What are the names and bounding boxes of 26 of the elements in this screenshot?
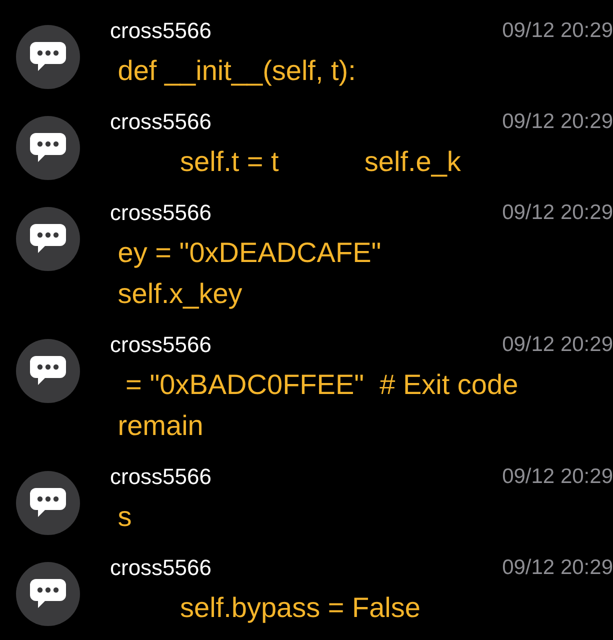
message-text: def __init__(self, t): [116, 54, 357, 88]
sender-name: cross5566 [110, 200, 212, 226]
sender-name: cross5566 [110, 555, 212, 581]
message-time: 09/12 20:29 [502, 200, 613, 226]
chat-bubble-icon [28, 354, 68, 388]
chat-bubble-icon [28, 131, 68, 165]
sender-name: cross5566 [110, 332, 212, 358]
sender-name: cross5566 [110, 109, 212, 135]
message-text: s [116, 500, 133, 534]
message-text: remain [116, 409, 204, 443]
sender-name: cross5566 [110, 464, 212, 490]
message-text: self.t = t self.e_k [179, 145, 462, 179]
chat-bubble-icon [28, 40, 68, 74]
message-text: self.x_key [116, 277, 244, 311]
message-time: 09/12 20:29 [502, 18, 613, 44]
message-text: self.bypass = False [179, 591, 422, 625]
message-time: 09/12 20:29 [502, 332, 613, 358]
chat-bubble-icon [28, 222, 68, 256]
chat-bubble-icon [28, 486, 68, 520]
message-time: 09/12 20:29 [502, 464, 613, 490]
sender-name: cross5566 [110, 18, 212, 44]
message-text: = "0xBADC0FFEE" # Exit code [124, 368, 520, 402]
message-text: ey = "0xDEADCAFE" [116, 236, 382, 270]
chat-bubble-icon [28, 577, 68, 611]
message-time: 09/12 20:29 [502, 555, 613, 581]
message-time: 09/12 20:29 [502, 109, 613, 135]
